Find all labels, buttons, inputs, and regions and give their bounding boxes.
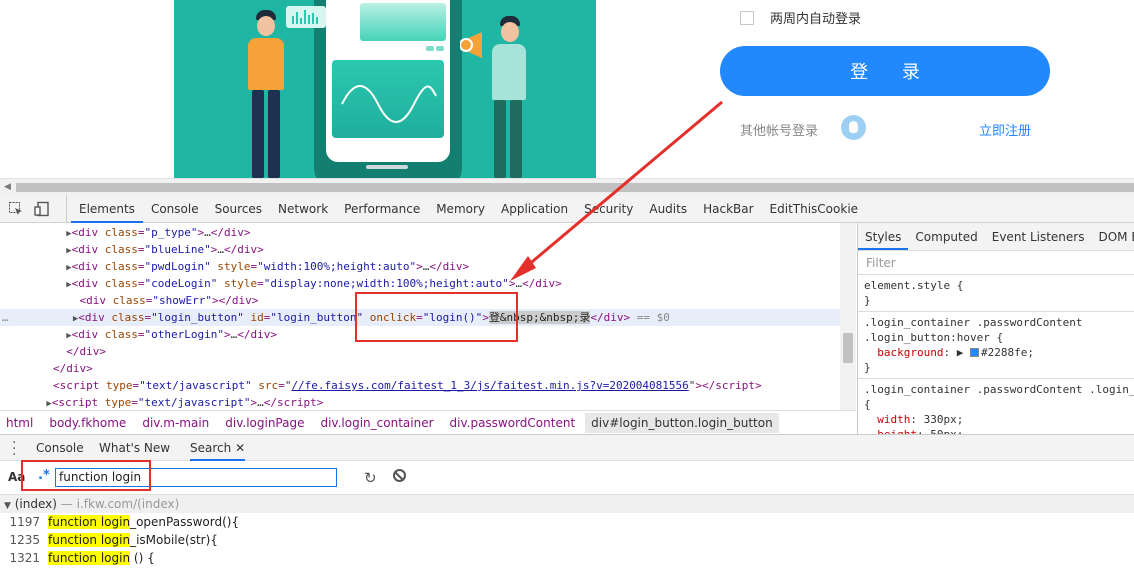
person-right-graphic <box>501 22 519 42</box>
elements-vertical-scrollbar[interactable] <box>840 223 856 410</box>
dom-node[interactable]: </div> <box>0 343 840 360</box>
tab-computed[interactable]: Computed <box>908 223 984 250</box>
dom-node[interactable]: ▶<div class="pwdLogin" style="width:100%… <box>0 258 840 275</box>
devtools-drawer: · · · Console What's New Search ✕ Aa .* fu… <box>0 434 1134 582</box>
search-result-row[interactable]: 1197 function login_openPassword(){ <box>0 513 1134 531</box>
breadcrumb-item[interactable]: body.fkhome <box>49 416 126 430</box>
drawer-tab-console[interactable]: Console <box>36 435 84 461</box>
tab-security[interactable]: Security <box>576 195 641 223</box>
tab-sources[interactable]: Sources <box>207 195 270 223</box>
auto-login-row[interactable]: 两周内自动登录 <box>740 8 861 27</box>
css-rule[interactable]: element.style { } <box>858 275 1134 312</box>
inspect-element-icon[interactable] <box>8 201 24 217</box>
breadcrumb-item[interactable]: div.passwordContent <box>450 416 576 430</box>
screenshot-root: { "webpage": { "auto_login_label": "两周内自… <box>0 0 1134 582</box>
search-result-row[interactable]: 1235 function login_isMobile(str){ <box>0 531 1134 549</box>
search-results-file[interactable]: ▼ (index) — i.fkw.com/(index) <box>0 495 1134 513</box>
other-login-label: 其他帐号登录 <box>740 124 819 139</box>
dom-node[interactable]: ▶<div class="p_type">…</div> <box>0 224 840 241</box>
styles-pane: Styles Computed Event Listeners DOM Br F… <box>857 223 1134 434</box>
dom-node[interactable]: ▶<div class="codeLogin" style="display:n… <box>0 275 840 292</box>
tab-editthiscookie[interactable]: EditThisCookie <box>762 195 867 223</box>
qq-login-icon[interactable] <box>841 115 866 140</box>
breadcrumb-item[interactable]: div.login_container <box>320 416 433 430</box>
styles-filter-input[interactable]: Filter <box>858 251 1134 275</box>
search-toolbar: Aa .* function login ↻ <box>0 461 1134 495</box>
drawer-tabs: · · · Console What's New Search ✕ <box>0 435 1134 462</box>
drawer-tab-whats-new[interactable]: What's New <box>99 435 170 461</box>
scroll-left-arrow-icon[interactable]: ◀ <box>4 182 11 192</box>
close-icon[interactable]: ✕ <box>235 441 245 455</box>
devtools-tabbar: Elements Console Sources Network Perform… <box>0 195 1134 223</box>
tab-application[interactable]: Application <box>493 195 576 223</box>
css-rule-login-button[interactable]: .login_container .passwordContent .login… <box>858 379 1134 434</box>
dom-node[interactable]: ▶<div class="blueLine">…</div> <box>0 241 840 258</box>
auto-login-checkbox[interactable] <box>740 10 754 25</box>
auto-login-label: 两周内自动登录 <box>770 12 862 27</box>
clear-icon[interactable] <box>393 469 406 482</box>
person-left-graphic <box>257 16 275 36</box>
tab-dom-breakpoints[interactable]: DOM Br <box>1091 223 1134 250</box>
webpage-viewport: 两周内自动登录 登 录 其他帐号登录 立即注册 <box>0 0 1134 178</box>
tab-console[interactable]: Console <box>143 195 207 223</box>
register-link[interactable]: 立即注册 <box>979 120 1031 139</box>
css-rule-hover[interactable]: .login_container .passwordContent .login… <box>858 312 1134 379</box>
annotation-box-onclick <box>355 292 518 342</box>
tab-elements[interactable]: Elements <box>71 195 143 223</box>
login-illustration <box>174 0 596 178</box>
megaphone-icon <box>460 32 482 58</box>
breadcrumb-item-current[interactable]: div#login_button.login_button <box>585 412 779 433</box>
tab-styles[interactable]: Styles <box>858 223 909 250</box>
dom-node[interactable]: <script type="text/javascript" src="//fe… <box>0 377 840 394</box>
tab-memory[interactable]: Memory <box>428 195 493 223</box>
drawer-menu-icon[interactable]: · · · <box>12 436 16 462</box>
breadcrumb-item[interactable]: div.loginPage <box>225 416 304 430</box>
wave-graphic <box>341 85 437 123</box>
tab-audits[interactable]: Audits <box>641 195 695 223</box>
breadcrumb: html body.fkhome div.m-main div.loginPag… <box>0 410 856 434</box>
devtools-tabs: Elements Console Sources Network Perform… <box>66 195 866 223</box>
devtools: Elements Console Sources Network Perform… <box>0 195 1134 582</box>
annotation-box-search <box>21 460 151 491</box>
chart-card-graphic <box>286 6 326 28</box>
device-toolbar-icon[interactable] <box>34 201 50 217</box>
styles-tabs: Styles Computed Event Listeners DOM Br <box>858 223 1134 251</box>
tab-event-listeners[interactable]: Event Listeners <box>985 223 1092 250</box>
breadcrumb-item[interactable]: div.m-main <box>142 416 209 430</box>
login-form: 两周内自动登录 登 录 其他帐号登录 立即注册 <box>700 0 1134 178</box>
expand-triangle-icon[interactable]: ▼ <box>4 501 11 511</box>
breadcrumb-item[interactable]: html <box>6 416 33 430</box>
drawer-tab-search[interactable]: Search ✕ <box>190 435 246 461</box>
color-swatch-icon[interactable] <box>969 348 979 357</box>
page-horizontal-scrollbar[interactable]: ◀ <box>0 178 1134 195</box>
tab-network[interactable]: Network <box>270 195 336 223</box>
login-button[interactable]: 登 录 <box>720 46 1050 96</box>
refresh-icon[interactable]: ↻ <box>364 469 377 487</box>
search-result-row[interactable]: 1321 function login () { <box>0 549 1134 567</box>
tab-hackbar[interactable]: HackBar <box>695 195 761 223</box>
dom-node[interactable]: ▶<script type="text/javascript">…</scrip… <box>0 394 840 410</box>
dom-node[interactable]: </div> <box>0 360 840 377</box>
tab-performance[interactable]: Performance <box>336 195 428 223</box>
